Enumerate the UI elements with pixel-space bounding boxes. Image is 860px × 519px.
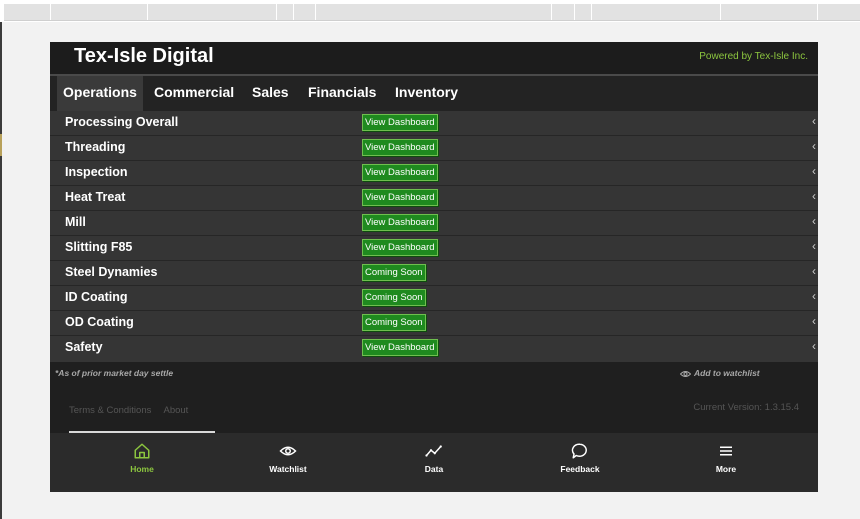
- nav-more-label: More: [715, 464, 737, 474]
- view-dashboard-button[interactable]: View Dashboard: [362, 139, 438, 156]
- list-item-label: Slitting F85: [65, 240, 133, 254]
- coming-soon-button[interactable]: Coming Soon: [362, 289, 426, 306]
- list-item-label: Mill: [65, 215, 86, 229]
- list-item-label: Inspection: [65, 165, 128, 179]
- terms-link[interactable]: Terms & Conditions: [69, 405, 151, 416]
- nav-home[interactable]: Home: [92, 442, 192, 474]
- brand-title: Tex-Isle Digital: [74, 45, 214, 67]
- list-item-label: Threading: [65, 140, 126, 154]
- list-item[interactable]: Threading View Dashboard ‹: [50, 136, 818, 161]
- nav-home-label: Home: [130, 464, 154, 474]
- nav-data-label: Data: [424, 464, 444, 474]
- nav-data[interactable]: Data: [384, 442, 484, 474]
- toolbar-divider: [50, 4, 51, 20]
- toolbar-bar: [4, 4, 860, 21]
- nav-watchlist-label: Watchlist: [269, 464, 307, 474]
- list-item[interactable]: Slitting F85 View Dashboard ‹: [50, 236, 818, 261]
- eye-icon: [238, 442, 338, 462]
- toolbar-divider: [551, 4, 552, 20]
- chevron-left-icon[interactable]: ‹: [812, 139, 816, 153]
- view-dashboard-button[interactable]: View Dashboard: [362, 164, 438, 181]
- toolbar-divider: [276, 4, 277, 20]
- app-header: Tex-Isle Digital Powered by Tex-Isle Inc…: [50, 42, 818, 74]
- view-dashboard-button[interactable]: View Dashboard: [362, 339, 438, 356]
- chevron-left-icon[interactable]: ‹: [812, 339, 816, 353]
- list-item-label: ID Coating: [65, 290, 128, 304]
- tab-inventory[interactable]: Inventory: [389, 76, 464, 111]
- list-item[interactable]: Mill View Dashboard ‹: [50, 211, 818, 236]
- toolbar-divider: [293, 4, 294, 20]
- category-tabs: Operations Commercial Sales Financials I…: [50, 74, 818, 111]
- toolbar-divider: [591, 4, 592, 20]
- list-item[interactable]: Inspection View Dashboard ‹: [50, 161, 818, 186]
- view-dashboard-button[interactable]: View Dashboard: [362, 189, 438, 206]
- list-item[interactable]: Safety View Dashboard ‹: [50, 336, 818, 360]
- tab-sales[interactable]: Sales: [246, 76, 295, 111]
- toolbar-divider: [817, 4, 818, 20]
- tab-operations[interactable]: Operations: [57, 76, 143, 111]
- list-item[interactable]: Steel Dynamies Coming Soon ‹: [50, 261, 818, 286]
- chevron-left-icon[interactable]: ‹: [812, 264, 816, 278]
- nav-watchlist[interactable]: Watchlist: [238, 442, 338, 474]
- chevron-left-icon[interactable]: ‹: [812, 114, 816, 128]
- settle-note: *As of prior market day settle: [55, 368, 174, 378]
- eye-icon: [679, 370, 692, 377]
- toolbar-divider: [147, 4, 148, 20]
- tab-financials[interactable]: Financials: [302, 76, 382, 111]
- chevron-left-icon[interactable]: ‹: [812, 189, 816, 203]
- list-item-label: Safety: [65, 340, 103, 354]
- chevron-left-icon[interactable]: ‹: [812, 214, 816, 228]
- list-item[interactable]: Heat Treat View Dashboard ‹: [50, 186, 818, 211]
- tab-commercial[interactable]: Commercial: [148, 76, 240, 111]
- app-window: Tex-Isle Digital Powered by Tex-Isle Inc…: [50, 42, 818, 492]
- list-item-label: OD Coating: [65, 315, 134, 329]
- toolbar-divider: [574, 4, 575, 20]
- dashboard-list: Processing Overall View Dashboard ‹ Thre…: [50, 111, 818, 362]
- browser-toolbar-strip: [0, 0, 860, 22]
- nav-feedback[interactable]: Feedback: [530, 442, 630, 474]
- list-item[interactable]: Processing Overall View Dashboard ‹: [50, 111, 818, 136]
- chevron-left-icon[interactable]: ‹: [812, 239, 816, 253]
- list-item-label: Steel Dynamies: [65, 265, 158, 279]
- bottom-nav: Home Watchlist Data Feedback More: [50, 433, 818, 492]
- toolbar-divider: [315, 4, 316, 20]
- footer-links: Terms & Conditions About: [69, 405, 198, 416]
- powered-by-text: Powered by Tex-Isle Inc.: [699, 51, 808, 62]
- coming-soon-button[interactable]: Coming Soon: [362, 314, 426, 331]
- about-link[interactable]: About: [164, 405, 189, 416]
- toolbar-divider: [720, 4, 721, 20]
- list-item-label: Processing Overall: [65, 115, 179, 129]
- add-to-watchlist-link[interactable]: Add to watchlist: [679, 368, 760, 378]
- edge-marker: [0, 134, 2, 156]
- list-item[interactable]: OD Coating Coming Soon ‹: [50, 311, 818, 336]
- menu-icon: [676, 442, 776, 462]
- chevron-left-icon[interactable]: ‹: [812, 314, 816, 328]
- window-left-edge: [0, 22, 2, 519]
- home-icon: [92, 442, 192, 462]
- view-dashboard-button[interactable]: View Dashboard: [362, 114, 438, 131]
- chevron-left-icon[interactable]: ‹: [812, 289, 816, 303]
- view-dashboard-button[interactable]: View Dashboard: [362, 239, 438, 256]
- chart-line-icon: [384, 442, 484, 462]
- list-item-label: Heat Treat: [65, 190, 126, 204]
- chevron-left-icon[interactable]: ‹: [812, 164, 816, 178]
- view-dashboard-button[interactable]: View Dashboard: [362, 214, 438, 231]
- chat-bubble-icon: [530, 442, 630, 462]
- add-to-watchlist-label: Add to watchlist: [694, 368, 760, 378]
- nav-more[interactable]: More: [676, 442, 776, 474]
- coming-soon-button[interactable]: Coming Soon: [362, 264, 426, 281]
- list-item[interactable]: ID Coating Coming Soon ‹: [50, 286, 818, 311]
- nav-feedback-label: Feedback: [560, 464, 600, 474]
- version-text: Current Version: 1.3.15.4: [693, 402, 799, 413]
